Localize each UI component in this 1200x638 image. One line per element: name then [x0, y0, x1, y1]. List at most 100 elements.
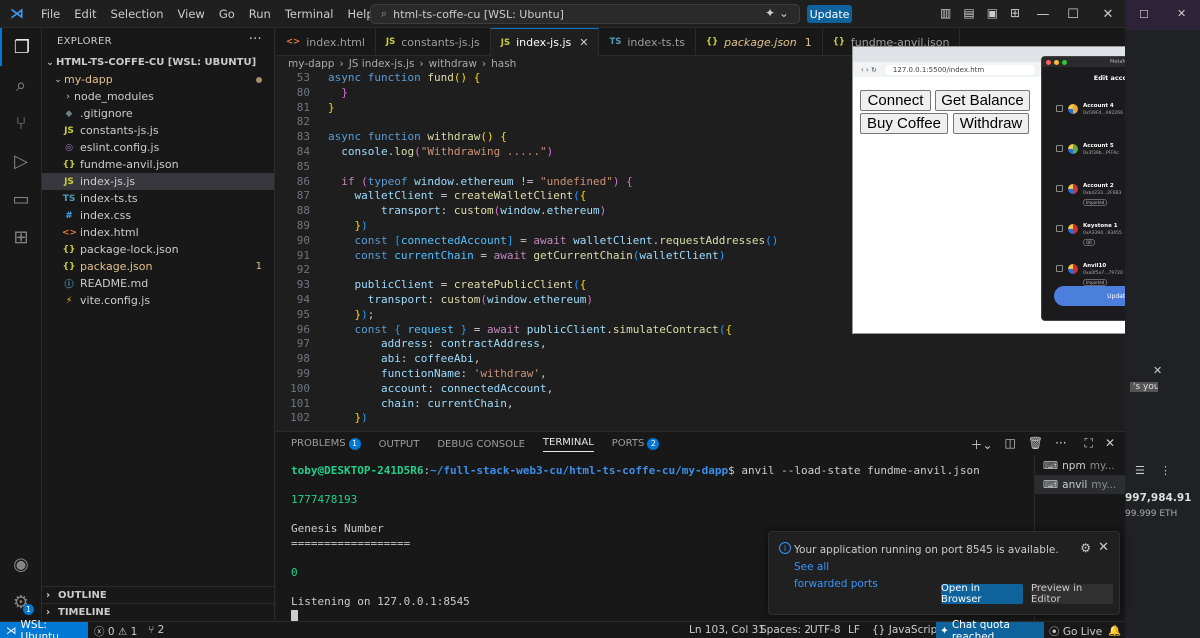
tree-item[interactable]: {} package.json 1	[42, 258, 274, 275]
command-center[interactable]: ⌕ html-ts-coffe-cu [WSL: Ubuntu]	[370, 4, 800, 24]
menu-file[interactable]: File	[34, 7, 67, 21]
menu-run[interactable]: Run	[242, 7, 278, 21]
mm-checkbox[interactable]	[1056, 185, 1063, 192]
editor-tab[interactable]: {} package.json 1	[696, 28, 823, 56]
tree-item[interactable]: {} package-lock.json	[42, 241, 274, 258]
menu-view[interactable]: View	[171, 7, 212, 21]
preview-in-editor-button[interactable]: Preview in Editor	[1031, 583, 1113, 605]
close-panel-icon[interactable]: ✕	[1105, 436, 1115, 453]
extensions-icon[interactable]: ⊞	[0, 218, 42, 256]
menu-edit[interactable]: Edit	[67, 7, 103, 21]
kill-terminal-icon[interactable]: 🗑	[1028, 436, 1043, 453]
close-window-icon[interactable]: ✕	[1091, 0, 1125, 28]
account-icon[interactable]: ◉	[0, 545, 42, 583]
update-button[interactable]: Update	[807, 5, 852, 23]
problems-status[interactable]: ⓧ 0 ⚠ 1	[94, 624, 137, 638]
explorer-icon[interactable]: ❐	[0, 28, 42, 66]
panel-tab-debug-console[interactable]: DEBUG CONSOLE	[437, 439, 525, 450]
restore-icon[interactable]: ☐	[1139, 8, 1149, 21]
editor-tab[interactable]: TS index-ts.ts	[599, 28, 697, 56]
tree-item[interactable]: ◎ eslint.config.js	[42, 139, 274, 156]
toggle-secondary-sidebar-icon[interactable]: ▣	[987, 6, 998, 20]
copilot-icon[interactable]: ✦ ⌄	[765, 6, 789, 20]
breadcrumb-item[interactable]: withdraw	[429, 58, 477, 70]
toggle-sidebar-icon[interactable]: ▥	[940, 6, 951, 20]
mm-max-dot[interactable]	[1062, 59, 1067, 65]
editor-tab[interactable]: JS index-js.js ✕	[490, 28, 600, 56]
editor-tab[interactable]: <> index.html	[276, 28, 376, 56]
maximize-panel-icon[interactable]: ⛶	[1085, 436, 1093, 453]
timeline-section[interactable]: › TIMELINE	[42, 603, 275, 620]
split-terminal-icon[interactable]: ◫	[1005, 436, 1016, 453]
notifications-bell-icon[interactable]: 🔔	[1108, 624, 1121, 637]
notification-gear-icon[interactable]: ⚙	[1080, 541, 1091, 555]
terminal-instance[interactable]: ⌨ anvil my...	[1035, 475, 1125, 494]
workspace-root[interactable]: ⌄ HTML-TS-COFFE-CU [WSL: UBUNTU]	[42, 54, 274, 71]
tree-item[interactable]: JS index-js.js	[42, 173, 274, 190]
panel-tab-ports[interactable]: PORTS 2	[612, 438, 660, 450]
more-actions-icon[interactable]: ···	[249, 32, 262, 47]
mm-checkbox[interactable]	[1056, 225, 1063, 232]
connect-button[interactable]: Connect	[860, 90, 931, 111]
tree-item[interactable]: {} fundme-anvil.json	[42, 156, 274, 173]
panel-tab-output[interactable]: OUTPUT	[379, 439, 420, 450]
mm-checkbox[interactable]	[1056, 265, 1063, 272]
open-in-browser-button[interactable]: Open in Browser	[941, 583, 1023, 605]
mm-close-dot[interactable]	[1046, 59, 1051, 65]
get-balance-button[interactable]: Get Balance	[935, 90, 1030, 111]
tree-item[interactable]: ⓘ README.md	[42, 275, 274, 292]
kebab-icon[interactable]: ⋮	[1160, 464, 1171, 477]
tree-item[interactable]: <> index.html	[42, 224, 274, 241]
minimize-icon[interactable]: —	[1026, 0, 1060, 28]
chat-quota-status[interactable]: ✦ Chat quota reached	[936, 619, 1044, 638]
menu-selection[interactable]: Selection	[104, 7, 171, 21]
withdraw-button[interactable]: Withdraw	[953, 113, 1029, 134]
editor-tab[interactable]: JS constants-js.js	[376, 28, 491, 56]
mm-checkbox[interactable]	[1056, 105, 1063, 112]
cursor-position[interactable]: Ln 103, Col 31	[689, 624, 765, 636]
folder-my-dapp[interactable]: ⌄ my-dapp	[42, 71, 274, 88]
language-mode[interactable]: {} JavaScript	[872, 624, 941, 636]
forwarded-ports-link[interactable]: forwarded ports	[794, 578, 878, 590]
breadcrumb-item[interactable]: JS index-js.js	[349, 58, 415, 70]
panel-tab-problems[interactable]: PROBLEMS 1	[291, 438, 361, 450]
customize-layout-icon[interactable]: ⊞	[1010, 6, 1020, 20]
tree-item[interactable]: JS constants-js.js	[42, 122, 274, 139]
terminal-instance[interactable]: ⌨ npm my...	[1035, 456, 1125, 475]
see-all-link[interactable]: See all	[794, 561, 829, 573]
breadcrumb-item[interactable]: my-dapp	[288, 58, 334, 70]
remote-explorer-icon[interactable]: ▭	[0, 180, 42, 218]
outline-section[interactable]: › OUTLINE	[42, 586, 275, 603]
search-view-icon[interactable]: ⌕	[0, 66, 42, 104]
buy-coffee-button[interactable]: Buy Coffee	[860, 113, 948, 134]
filter-icon[interactable]: ☰	[1135, 464, 1145, 477]
run-debug-icon[interactable]: ▷	[0, 142, 42, 180]
remote-indicator[interactable]: ⋊ WSL: Ubuntu	[0, 619, 88, 638]
mm-checkbox[interactable]	[1056, 145, 1063, 152]
bg-close-icon[interactable]: ✕	[1153, 364, 1162, 377]
toggle-panel-icon[interactable]: ▤	[963, 6, 974, 20]
menu-go[interactable]: Go	[212, 7, 242, 21]
browser-url[interactable]: 127.0.0.1:5500/index.htm	[884, 64, 1035, 75]
end-of-line[interactable]: LF	[848, 624, 860, 636]
go-live-button[interactable]: ⦿ Go Live	[1049, 624, 1102, 638]
mm-min-dot[interactable]	[1054, 59, 1059, 65]
maximize-icon[interactable]: ☐	[1056, 0, 1090, 28]
menu-terminal[interactable]: Terminal	[278, 7, 341, 21]
tree-item[interactable]: # index.css	[42, 207, 274, 224]
tree-item[interactable]: ⚡ vite.config.js	[42, 292, 274, 309]
manage-gear-icon[interactable]: ⚙ 1	[0, 583, 42, 621]
code-editor[interactable]: 53 async function fund() {80 } 81} 82 83 asyn…	[276, 71, 852, 431]
indentation[interactable]: Spaces: 2	[760, 624, 811, 636]
source-control-icon[interactable]: ⑂	[0, 104, 42, 142]
tree-item[interactable]: TS index-ts.ts	[42, 190, 274, 207]
more-icon[interactable]: ···	[1055, 436, 1066, 453]
ports-status[interactable]: ⑂ 2	[148, 624, 164, 636]
tree-item[interactable]: ◆ .gitignore	[42, 105, 274, 122]
encoding[interactable]: UTF-8	[810, 624, 841, 636]
notification-close-icon[interactable]: ✕	[1098, 540, 1109, 555]
panel-tab-terminal[interactable]: TERMINAL	[542, 437, 594, 452]
new-terminal-icon[interactable]: ＋⌄	[970, 436, 992, 453]
browser-nav-icon[interactable]: ‹ › ↻	[861, 66, 877, 74]
breadcrumb-item[interactable]: hash	[491, 58, 516, 70]
